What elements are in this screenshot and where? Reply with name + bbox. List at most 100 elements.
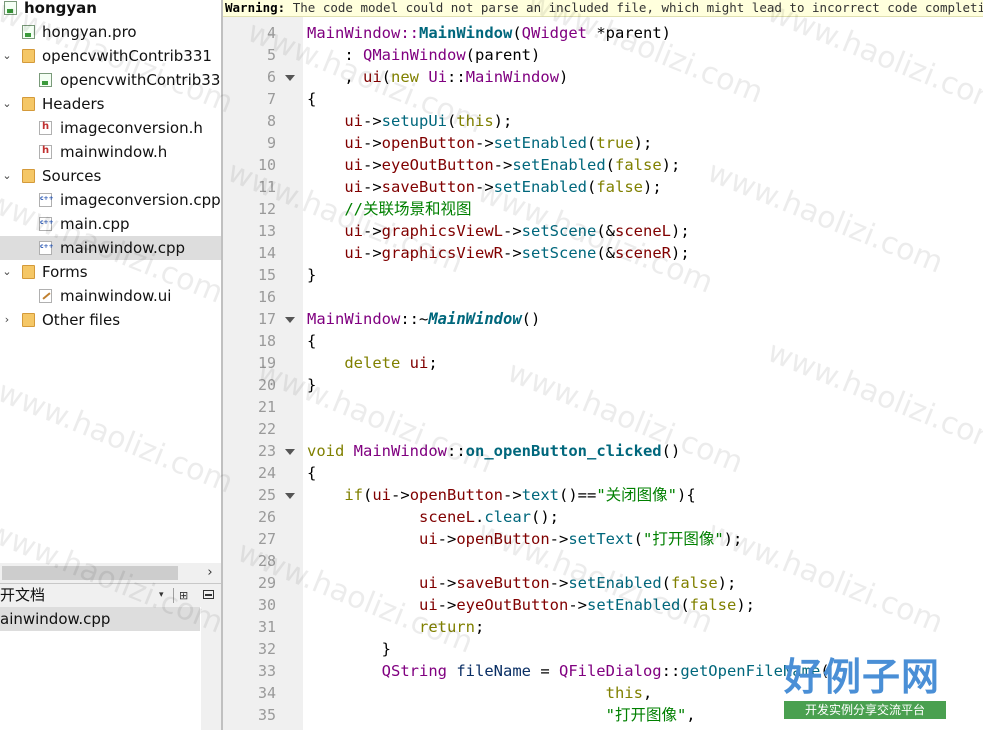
open-documents-list: ainwindow.cpp xyxy=(0,607,221,730)
open-document-item[interactable]: ainwindow.cpp xyxy=(0,607,200,631)
code-line[interactable]: 21 xyxy=(223,396,983,418)
close-panel-icon[interactable] xyxy=(203,590,214,599)
haolizi-logo: 好例子网 开发实例分享交流平台 xyxy=(784,655,948,725)
line-number: 22 xyxy=(257,420,276,438)
fold-marker-icon[interactable] xyxy=(285,317,295,323)
chevron-right-icon[interactable]: › xyxy=(1,308,13,332)
code-text: return; xyxy=(307,616,484,638)
tree-item-headers[interactable]: ⌄ Headers xyxy=(0,92,221,116)
code-text: ui->saveButton->setEnabled(false); xyxy=(307,176,661,198)
pro-file-icon xyxy=(22,25,35,39)
tree-item-sources[interactable]: ⌄ Sources xyxy=(0,164,221,188)
code-token: (& xyxy=(596,222,615,240)
code-token: false xyxy=(689,596,737,614)
code-line[interactable]: 7{ xyxy=(223,88,983,110)
tree-item-hongyan-pro[interactable]: hongyan.pro xyxy=(0,20,221,44)
code-line[interactable]: 18 { xyxy=(223,330,983,352)
tree-item-opencvwithcontrib331[interactable]: ⌄ opencvwithContrib331 xyxy=(0,44,221,68)
code-line[interactable]: 27 ui->openButton->setText("打开图像"); xyxy=(223,528,983,550)
chevron-down-icon[interactable]: ⌄ xyxy=(1,92,13,116)
tree-item-label: opencvwithContrib331 xyxy=(60,71,221,89)
code-text: QString fileName = QFileDialog::getOpenF… xyxy=(307,660,830,682)
code-line[interactable]: 28 xyxy=(223,550,983,572)
chevron-down-icon[interactable]: ⌄ xyxy=(1,260,13,284)
code-line[interactable]: 14 ui->graphicsViewR->setScene(&sceneR); xyxy=(223,242,983,264)
split-view-icon[interactable]: ⊞ xyxy=(179,588,188,603)
chevron-down-icon[interactable]: ⌄ xyxy=(1,164,13,188)
tree-item-hongyan[interactable]: hongyan xyxy=(0,0,221,20)
fold-marker-icon[interactable] xyxy=(285,493,295,499)
code-token: saveButton xyxy=(456,574,550,592)
code-token: ui xyxy=(344,112,363,130)
code-line[interactable]: 16 xyxy=(223,286,983,308)
tree-item-imageconversion-cpp[interactable]: imageconversion.cpp xyxy=(0,188,221,212)
code-line[interactable]: 5 : QMainWindow(parent) xyxy=(223,44,983,66)
code-line[interactable]: 29 ui->saveButton->setEnabled(false); xyxy=(223,572,983,594)
code-token: MainWindow xyxy=(419,24,513,42)
tree-item-mainwindow-cpp[interactable]: mainwindow.cpp xyxy=(0,236,221,260)
line-number: 6 xyxy=(266,68,276,86)
code-token: ui xyxy=(418,574,438,592)
code-line[interactable]: 12 //关联场景和视图 xyxy=(223,198,983,220)
tree-item-mainwindow-h[interactable]: mainwindow.h xyxy=(0,140,221,164)
code-token: (parent) xyxy=(465,46,541,64)
line-number: 31 xyxy=(257,618,276,636)
code-line[interactable]: 25 if(ui->openButton->text()=="关闭图像"){ xyxy=(223,484,983,506)
open-documents-header: 开文档 ▾ ⊞ xyxy=(0,583,221,607)
tree-horizontal-scrollbar[interactable]: › xyxy=(0,563,221,583)
code-line[interactable]: 11 ui->saveButton->setEnabled(false); xyxy=(223,176,983,198)
code-token: } xyxy=(307,266,317,284)
code-text: MainWindow::MainWindow(QWidget *parent) xyxy=(307,22,671,44)
tree-item-imageconversion-h[interactable]: imageconversion.h xyxy=(0,116,221,140)
code-line[interactable]: 31 return; xyxy=(223,616,983,638)
scrollbar-thumb[interactable] xyxy=(2,566,178,580)
fold-marker-icon[interactable] xyxy=(285,75,295,81)
code-line[interactable]: 22 xyxy=(223,418,983,440)
code-token: false xyxy=(615,156,662,174)
code-token: . xyxy=(474,508,485,526)
code-line[interactable]: 13 ui->graphicsViewL->setScene(&sceneL); xyxy=(223,220,983,242)
tree-item-opencvwithcontrib331[interactable]: opencvwithContrib331 xyxy=(0,68,221,92)
code-line[interactable]: 15} xyxy=(223,264,983,286)
code-token: ui xyxy=(363,68,382,86)
chevron-down-icon[interactable]: ▾ xyxy=(159,584,164,606)
project-tree[interactable]: hongyan hongyan.pro ⌄ opencvwithContrib331 o… xyxy=(0,0,221,583)
line-number: 32 xyxy=(257,640,276,658)
tree-item-label: Sources xyxy=(42,167,102,185)
code-line[interactable]: 17 MainWindow::~MainWindow() xyxy=(223,308,983,330)
code-token: (& xyxy=(596,244,615,262)
code-line[interactable]: 20} xyxy=(223,374,983,396)
code-line[interactable]: 26 sceneL.clear(); xyxy=(223,506,983,528)
code-token: ::~ xyxy=(400,310,429,328)
code-text: delete ui; xyxy=(307,352,437,374)
tree-item-other-files[interactable]: › Other files xyxy=(0,308,221,332)
code-token: ( xyxy=(633,530,643,548)
code-line[interactable]: 9 ui->openButton->setEnabled(true); xyxy=(223,132,983,154)
code-line[interactable]: 8 ui->setupUi(this); xyxy=(223,110,983,132)
chevron-down-icon[interactable]: ⌄ xyxy=(1,44,13,68)
code-text: { xyxy=(307,462,316,484)
code-token: ); xyxy=(661,156,681,174)
code-line[interactable]: 4 MainWindow::MainWindow(QWidget *parent) xyxy=(223,22,983,44)
fold-marker-icon[interactable] xyxy=(285,449,295,455)
tree-item-main-cpp[interactable]: main.cpp xyxy=(0,212,221,236)
tree-item-forms[interactable]: ⌄ Forms xyxy=(0,260,221,284)
code-line[interactable]: 30 ui->eyeOutButton->setEnabled(false); xyxy=(223,594,983,616)
code-line[interactable]: 24 { xyxy=(223,462,983,484)
code-token: MainWindow xyxy=(307,310,401,328)
code-token: fileName xyxy=(456,662,531,680)
line-number: 5 xyxy=(266,46,276,64)
forms-folder-icon xyxy=(22,265,35,279)
code-line[interactable]: 6 , ui(new Ui::MainWindow) xyxy=(223,66,983,88)
code-line[interactable]: 10 ui->eyeOutButton->setEnabled(false); xyxy=(223,154,983,176)
tree-item-mainwindow-ui[interactable]: mainwindow.ui xyxy=(0,284,221,308)
open-documents-scrollbar[interactable] xyxy=(201,607,221,730)
code-token: = xyxy=(530,662,559,680)
code-line[interactable]: 23 void MainWindow::on_openButton_clicked… xyxy=(223,440,983,462)
code-token: :: xyxy=(661,662,681,680)
scroll-right-arrow-icon[interactable]: › xyxy=(200,563,220,583)
code-line[interactable]: 19 delete ui; xyxy=(223,352,983,374)
